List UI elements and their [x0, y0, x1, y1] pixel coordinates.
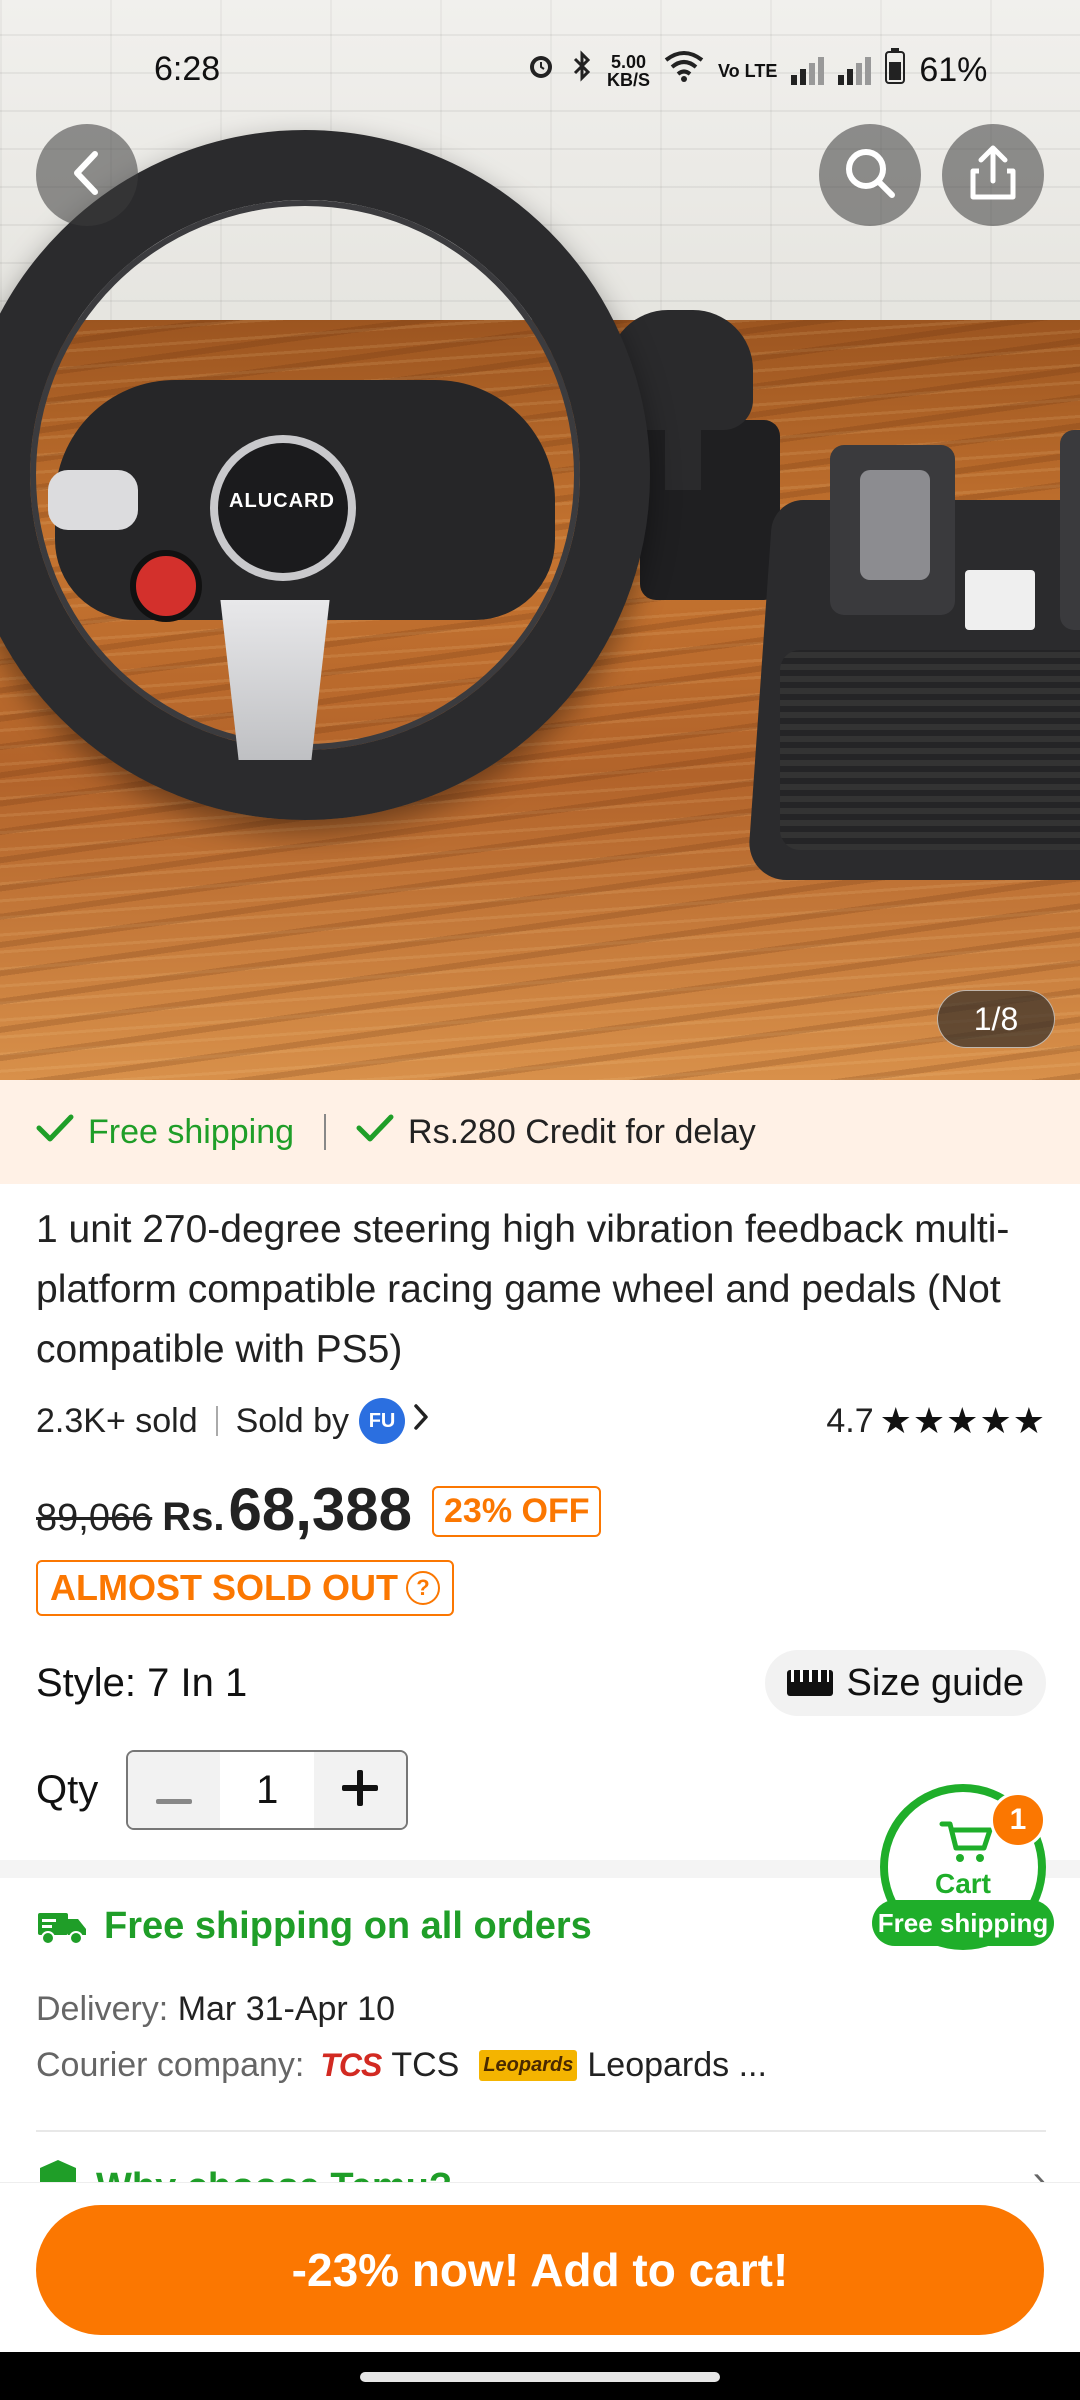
sold-count: 2.3K+ sold — [36, 1401, 198, 1440]
alarm-icon — [525, 50, 557, 91]
network-speed: 5.00 KB/S — [607, 51, 651, 90]
shipping-banner[interactable]: Free shipping Rs.280 Credit for delay — [0, 1080, 1080, 1184]
pedal-grip — [780, 650, 1080, 850]
courier-leopards: Leopards ... — [587, 2046, 767, 2084]
back-button[interactable] — [36, 124, 138, 226]
share-button[interactable] — [942, 124, 1044, 226]
check-icon — [36, 1113, 74, 1152]
minus-icon — [156, 1763, 193, 1817]
battery-icon — [885, 48, 906, 93]
search-icon — [840, 143, 900, 208]
product-title: 1 unit 270-degree steering high vibratio… — [36, 1208, 1010, 1371]
chevron-right-icon[interactable] — [411, 1402, 431, 1441]
meta-divider — [215, 1406, 218, 1436]
style-row: Style: 7 In 1 Size guide — [36, 1650, 1046, 1716]
question-icon: ? — [405, 1571, 440, 1605]
courier-row[interactable]: Courier company: TCS TCS Leopards Leopar… — [36, 2046, 767, 2085]
quantity-row: Qty 1 — [36, 1748, 409, 1832]
chevron-left-icon — [67, 148, 107, 203]
cart-free-shipping-tag: Free shipping — [872, 1900, 1054, 1946]
tcs-logo: TCS — [320, 2047, 382, 2083]
free-shipping-all-orders[interactable]: Free shipping on all orders — [36, 1905, 592, 1948]
almost-sold-out-badge[interactable]: ALMOST SOLD OUT ? — [36, 1560, 454, 1616]
qty-value[interactable]: 1 — [220, 1752, 314, 1828]
add-to-cart-button[interactable]: -23% now! Add to cart! — [36, 2205, 1044, 2335]
current-price: 68,388 — [228, 1476, 412, 1543]
discount-badge: 23% OFF — [432, 1486, 602, 1537]
delay-credit-badge: Rs.280 Credit for delay — [356, 1113, 756, 1152]
bottom-action-bar: -23% now! Add to cart! — [0, 2182, 1080, 2353]
system-nav-bar — [0, 2352, 1080, 2400]
bluetooth-icon — [571, 50, 593, 91]
wheel-red-button — [130, 550, 202, 622]
check-icon — [356, 1113, 394, 1152]
original-price: 89,066 — [36, 1497, 153, 1539]
wifi-icon — [664, 50, 704, 91]
pedal-sticker — [965, 570, 1035, 630]
status-icons: 5.00 KB/S Vo LTE 61% — [525, 48, 987, 93]
home-gesture-handle[interactable] — [360, 2372, 720, 2382]
currency-label: Rs. — [162, 1495, 225, 1539]
wheel-dpad — [48, 470, 138, 530]
status-bar: 6:28 5.00 KB/S Vo LTE 61% — [0, 40, 1080, 104]
courier-tcs: TCS — [391, 2046, 460, 2084]
qty-label: Qty — [36, 1767, 99, 1812]
banner-divider — [324, 1114, 327, 1150]
qty-increment-button[interactable] — [314, 1752, 407, 1828]
rating-value: 4.7 — [826, 1401, 874, 1440]
star-rating-icon: ★★★★★ — [879, 1400, 1046, 1441]
cart-count-badge: 1 — [990, 1792, 1046, 1848]
share-icon — [965, 143, 1021, 208]
truck-icon — [36, 1907, 88, 1947]
quantity-stepper: 1 — [126, 1750, 409, 1830]
style-label: Style: 7 In 1 — [36, 1660, 248, 1705]
sold-by-label: Sold by — [235, 1401, 350, 1440]
volte-indicator: Vo LTE — [718, 60, 778, 81]
pedal-pad — [860, 470, 930, 580]
size-guide-button[interactable]: Size guide — [764, 1650, 1046, 1716]
shifter-base — [640, 420, 780, 600]
wheel-logo-text: ALUCARD — [229, 490, 335, 512]
battery-percent: 61% — [919, 51, 988, 89]
rating[interactable]: 4.7 ★★★★★ — [826, 1400, 1046, 1442]
leopards-logo: Leopards — [479, 2050, 578, 2081]
pedal-right — [1060, 430, 1080, 630]
image-counter: 1/8 — [937, 990, 1055, 1048]
section-divider — [36, 2130, 1046, 2132]
product-meta-row: 2.3K+ sold Sold by FU 4.7 ★★★★★ — [36, 1395, 1046, 1447]
delivery-estimate: Delivery: Mar 31-Apr 10 — [36, 1990, 396, 2028]
status-time: 6:28 — [154, 50, 221, 88]
ruler-icon — [786, 1670, 833, 1696]
qty-decrement-button[interactable] — [128, 1752, 221, 1828]
cart-label: Cart — [934, 1868, 991, 1899]
cart-icon — [936, 1820, 996, 1864]
search-button[interactable] — [819, 124, 921, 226]
seller-avatar[interactable]: FU — [359, 1398, 406, 1444]
price-row: 89,066 Rs. 68,388 23% OFF — [36, 1475, 602, 1555]
free-shipping-badge: Free shipping — [36, 1113, 294, 1152]
signal-icon-2 — [838, 56, 872, 85]
plus-icon — [342, 1763, 379, 1817]
signal-icon-1 — [791, 56, 825, 85]
